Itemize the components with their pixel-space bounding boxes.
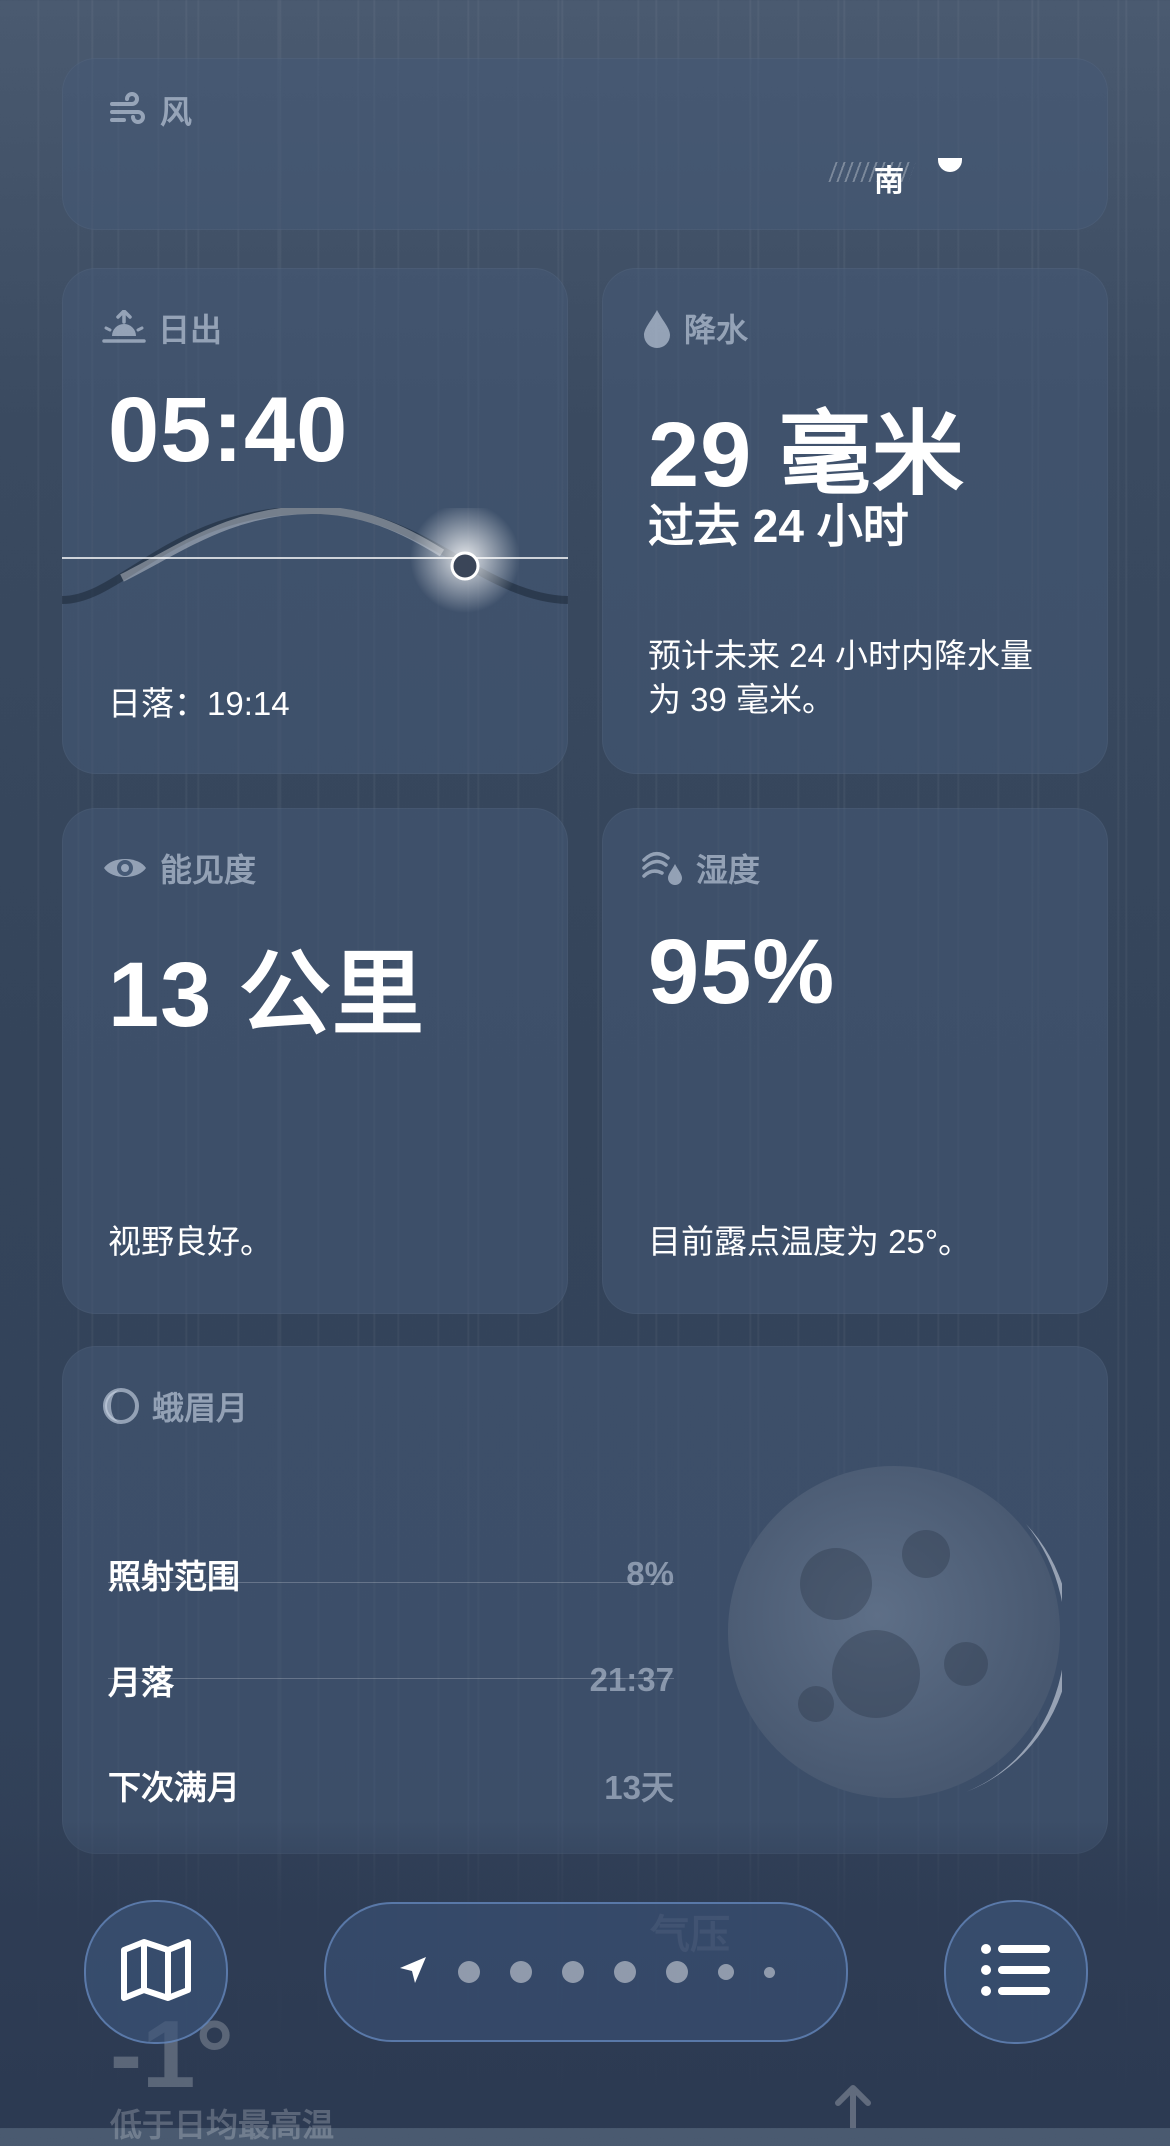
page-dot[interactable] bbox=[665, 1961, 688, 1983]
moon-phase-icon bbox=[102, 1387, 140, 1425]
feels-like-note: 低于日均最高温 bbox=[110, 2107, 335, 2143]
list-button[interactable] bbox=[944, 1900, 1088, 2044]
precipitation-card[interactable]: 降水 29 毫米 过去 24 小时 预计未来 24 小时内降水量 为 39 毫米… bbox=[602, 268, 1108, 774]
wind-icon bbox=[108, 92, 148, 128]
moon-row-label: 下次满月 bbox=[108, 1769, 240, 1806]
visibility-card-header: 能见度 bbox=[102, 848, 256, 888]
moon-row-value: 8% bbox=[626, 1555, 674, 1592]
humidity-icon bbox=[642, 850, 684, 886]
sunset-label: 日落： bbox=[108, 685, 207, 722]
map-button[interactable] bbox=[84, 1900, 228, 2044]
sunset-time: 19:14 bbox=[207, 685, 290, 722]
moon-row-divider bbox=[108, 1582, 674, 1583]
location-pager[interactable] bbox=[324, 1902, 848, 2042]
humidity-card[interactable]: 湿度 95% 目前露点温度为 25°。 bbox=[602, 808, 1108, 1314]
precipitation-forecast-line2: 为 39 毫米。 bbox=[648, 681, 836, 718]
precipitation-period: 过去 24 小时 bbox=[648, 500, 909, 552]
wind-compass-dot bbox=[938, 158, 962, 172]
moon-row-divider bbox=[108, 1678, 674, 1679]
humidity-title: 湿度 bbox=[696, 852, 761, 888]
moon-title: 蛾眉月 bbox=[152, 1390, 249, 1426]
visibility-title: 能见度 bbox=[160, 852, 257, 888]
sunset-line: 日落：19:14 bbox=[108, 682, 290, 726]
list-icon bbox=[980, 1943, 1052, 2002]
page-dot[interactable] bbox=[561, 1961, 584, 1983]
humidity-card-header: 湿度 bbox=[642, 848, 760, 888]
page-dot[interactable] bbox=[613, 1961, 636, 1983]
page-dot[interactable] bbox=[717, 1964, 734, 1980]
wind-card[interactable]: 风 南 bbox=[62, 58, 1108, 230]
sunrise-icon bbox=[102, 310, 146, 346]
precipitation-card-header: 降水 bbox=[642, 308, 748, 348]
precipitation-forecast-line1: 预计未来 24 小时内降水量 bbox=[648, 637, 1034, 674]
precipitation-title: 降水 bbox=[684, 312, 749, 348]
page-dot[interactable] bbox=[457, 1961, 480, 1983]
sunrise-time: 05:40 bbox=[108, 379, 349, 481]
humidity-value: 95% bbox=[648, 921, 836, 1023]
humidity-description: 目前露点温度为 25°。 bbox=[648, 1223, 972, 1260]
wind-compass-label: 南 bbox=[874, 165, 904, 198]
sunrise-title: 日出 bbox=[158, 312, 223, 348]
moon-row-label: 照射范围 bbox=[108, 1558, 240, 1595]
precipitation-forecast: 预计未来 24 小时内降水量 为 39 毫米。 bbox=[648, 634, 1033, 722]
moon-row-label: 月落 bbox=[108, 1664, 174, 1701]
wind-title: 风 bbox=[160, 94, 193, 130]
moon-card-header: 蛾眉月 bbox=[102, 1386, 248, 1426]
moon-row-moonset: 月落 21:37 bbox=[108, 1630, 674, 1730]
moon-row-value: 21:37 bbox=[589, 1661, 674, 1698]
location-arrow-icon[interactable] bbox=[398, 1955, 428, 1990]
visibility-card[interactable]: 能见度 13 公里 视野良好。 bbox=[62, 808, 568, 1314]
page-dot[interactable] bbox=[509, 1961, 532, 1983]
raindrop-icon bbox=[642, 308, 672, 348]
moon-card[interactable]: 蛾眉月 照射范围 8% 月落 21:37 下次满月 13天 bbox=[62, 1346, 1108, 1854]
pressure-gauge-arrow bbox=[835, 2085, 871, 2128]
moon-image bbox=[728, 1466, 1062, 1798]
moon-row-value: 13天 bbox=[604, 1769, 674, 1806]
moon-row-illumination: 照射范围 8% bbox=[108, 1524, 674, 1624]
sunrise-card-header: 日出 bbox=[102, 308, 222, 348]
visibility-value: 13 公里 bbox=[108, 944, 425, 1046]
page-dot[interactable] bbox=[763, 1966, 775, 1978]
eye-icon bbox=[102, 852, 148, 884]
visibility-description: 视野良好。 bbox=[108, 1223, 273, 1260]
map-icon bbox=[120, 1938, 192, 2007]
sunrise-card[interactable]: 日出 05:40 日落：19:14 bbox=[62, 268, 568, 774]
wind-card-header: 风 bbox=[108, 90, 192, 130]
sun-path-graph bbox=[62, 508, 568, 613]
